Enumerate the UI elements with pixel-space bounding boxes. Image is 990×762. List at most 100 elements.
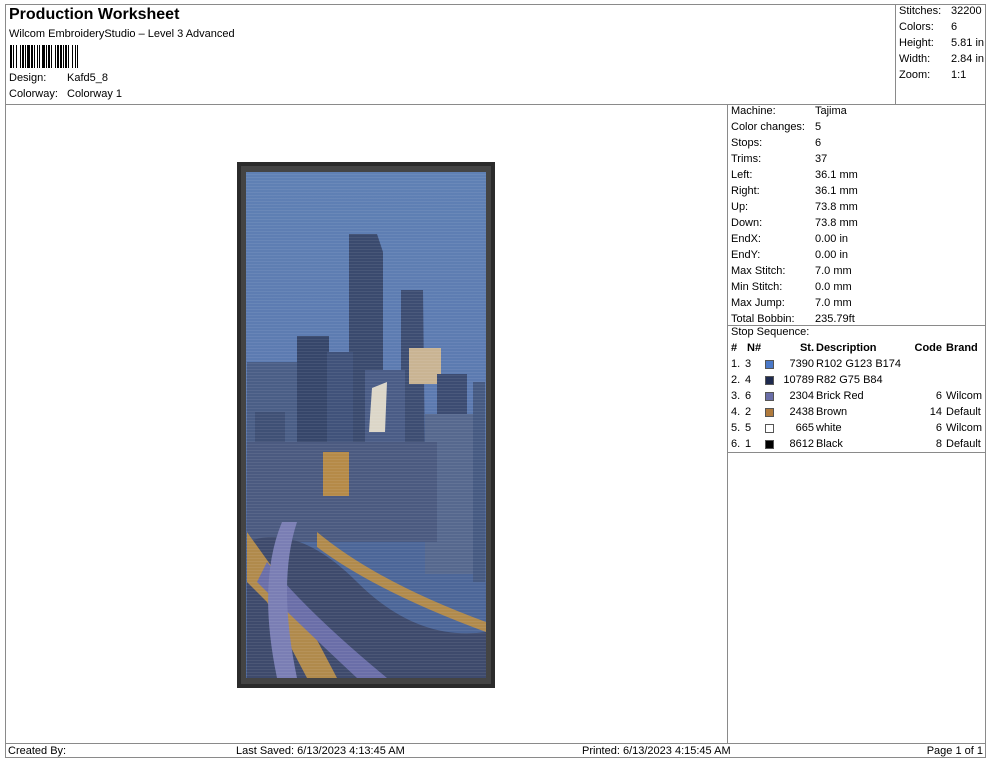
col-n: N# xyxy=(747,342,762,354)
row-num: 5. xyxy=(731,422,741,434)
created-by: Created By: xyxy=(8,745,67,757)
stats-box: Stitches: 32200 Colors: 6 Height: 5.81 i… xyxy=(895,4,986,105)
row-description: R82 G75 B84 xyxy=(816,374,883,386)
row-description: Brown xyxy=(816,406,848,418)
last-saved: Last Saved: 6/13/2023 4:13:45 AM xyxy=(236,745,405,757)
row-description: R102 G123 B174 xyxy=(816,358,902,370)
embroidery-design-preview xyxy=(237,162,495,688)
info-value: 36.1 mm xyxy=(815,185,858,197)
stop-sequence-header: # N# St. Description Code Brand xyxy=(731,342,985,357)
row-brand: Wilcom xyxy=(946,390,983,402)
page-number: Page 1 of 1 xyxy=(926,745,983,757)
row-brand: Default xyxy=(946,406,981,418)
info-value: 235.79ft xyxy=(815,313,855,325)
info-value: 6 xyxy=(815,137,822,149)
info-label: Down: xyxy=(731,217,763,229)
info-label: Min Stitch: xyxy=(731,281,783,293)
info-label: EndY: xyxy=(731,249,761,261)
stat-label: Width: xyxy=(899,53,931,65)
stat-value: 2.84 in xyxy=(951,53,985,65)
color-swatch xyxy=(765,376,774,385)
page-title: Production Worksheet xyxy=(9,6,180,23)
info-value: Tajima xyxy=(815,105,847,117)
stop-sequence-row: 1. 3 7390 R102 G123 B174 xyxy=(731,358,985,373)
color-swatch xyxy=(765,360,774,369)
design-label: Design: xyxy=(9,72,47,84)
col-brand: Brand xyxy=(946,342,978,354)
worksheet-header: Production Worksheet Wilcom EmbroiderySt… xyxy=(5,4,986,105)
stat-value: 6 xyxy=(951,21,958,33)
colorway-label: Colorway: xyxy=(9,88,58,100)
stop-sequence-row: 3. 6 2304 Brick Red 6 Wilcom xyxy=(731,390,985,405)
info-value: 37 xyxy=(815,153,828,165)
info-label: Up: xyxy=(731,201,749,213)
row-n: 1 xyxy=(745,438,752,450)
row-code: 6 xyxy=(935,422,942,434)
info-label: Color changes: xyxy=(731,121,805,133)
info-value: 73.8 mm xyxy=(815,217,858,229)
row-brand: Default xyxy=(946,438,981,450)
info-label: Machine: xyxy=(731,105,776,117)
col-description: Description xyxy=(816,342,877,354)
row-n: 3 xyxy=(745,358,752,370)
info-label: Max Stitch: xyxy=(731,265,786,277)
row-num: 6. xyxy=(731,438,741,450)
worksheet-footer: Created By: Last Saved: 6/13/2023 4:13:4… xyxy=(5,743,986,758)
row-description: Black xyxy=(816,438,843,450)
col-code: Code xyxy=(914,342,943,354)
row-stitches: 10789 xyxy=(783,374,814,386)
row-num: 2. xyxy=(731,374,741,386)
row-description: Brick Red xyxy=(816,390,864,402)
info-label: Right: xyxy=(731,185,760,197)
row-stitches: 2438 xyxy=(789,406,814,418)
col-st: St. xyxy=(799,342,814,354)
row-description: white xyxy=(816,422,842,434)
stat-label: Height: xyxy=(899,37,934,49)
info-label: Total Bobbin: xyxy=(731,313,795,325)
info-label: Stops: xyxy=(731,137,763,149)
row-num: 3. xyxy=(731,390,741,402)
color-swatch xyxy=(765,440,774,449)
row-num: 1. xyxy=(731,358,741,370)
info-value: 73.8 mm xyxy=(815,201,858,213)
info-value: 7.0 mm xyxy=(815,297,852,309)
printed-date: Printed: 6/13/2023 4:15:45 AM xyxy=(582,745,731,757)
stat-value: 32200 xyxy=(951,5,982,17)
stat-value: 1:1 xyxy=(951,69,967,81)
design-value: Kafd5_8 xyxy=(67,72,108,84)
stop-sequence-row: 6. 1 8612 Black 8 Default xyxy=(731,438,985,453)
info-value: 0.0 mm xyxy=(815,281,852,293)
info-label: Left: xyxy=(731,169,753,181)
row-stitches: 8612 xyxy=(789,438,814,450)
info-label: EndX: xyxy=(731,233,761,245)
info-value: 7.0 mm xyxy=(815,265,852,277)
info-value: 36.1 mm xyxy=(815,169,858,181)
info-label: Trims: xyxy=(731,153,762,165)
stat-label: Zoom: xyxy=(899,69,931,81)
row-stitches: 2304 xyxy=(789,390,814,402)
row-n: 6 xyxy=(745,390,752,402)
row-code: 14 xyxy=(929,406,942,418)
col-num: # xyxy=(731,342,738,354)
colorway-value: Colorway 1 xyxy=(67,88,123,100)
row-code: 8 xyxy=(935,438,942,450)
row-stitches: 665 xyxy=(795,422,814,434)
stop-sequence-row: 5. 5 665 white 6 Wilcom xyxy=(731,422,985,437)
software-name: Wilcom EmbroideryStudio – Level 3 Advanc… xyxy=(9,28,235,40)
row-num: 4. xyxy=(731,406,741,418)
row-n: 2 xyxy=(745,406,752,418)
machine-info-panel: Machine: Tajima Color changes: 5 Stops: … xyxy=(727,104,986,453)
color-swatch xyxy=(765,408,774,417)
stop-sequence-row: 4. 2 2438 Brown 14 Default xyxy=(731,406,985,421)
info-value: 0.00 in xyxy=(815,249,849,261)
row-brand: Wilcom xyxy=(946,422,983,434)
row-stitches: 7390 xyxy=(789,358,814,370)
stat-value: 5.81 in xyxy=(951,37,985,49)
stat-label: Colors: xyxy=(899,21,934,33)
color-swatch xyxy=(765,392,774,401)
barcode-image xyxy=(10,45,123,68)
color-swatch xyxy=(765,424,774,433)
info-value: 0.00 in xyxy=(815,233,849,245)
panel-divider xyxy=(727,453,728,744)
row-n: 4 xyxy=(745,374,752,386)
